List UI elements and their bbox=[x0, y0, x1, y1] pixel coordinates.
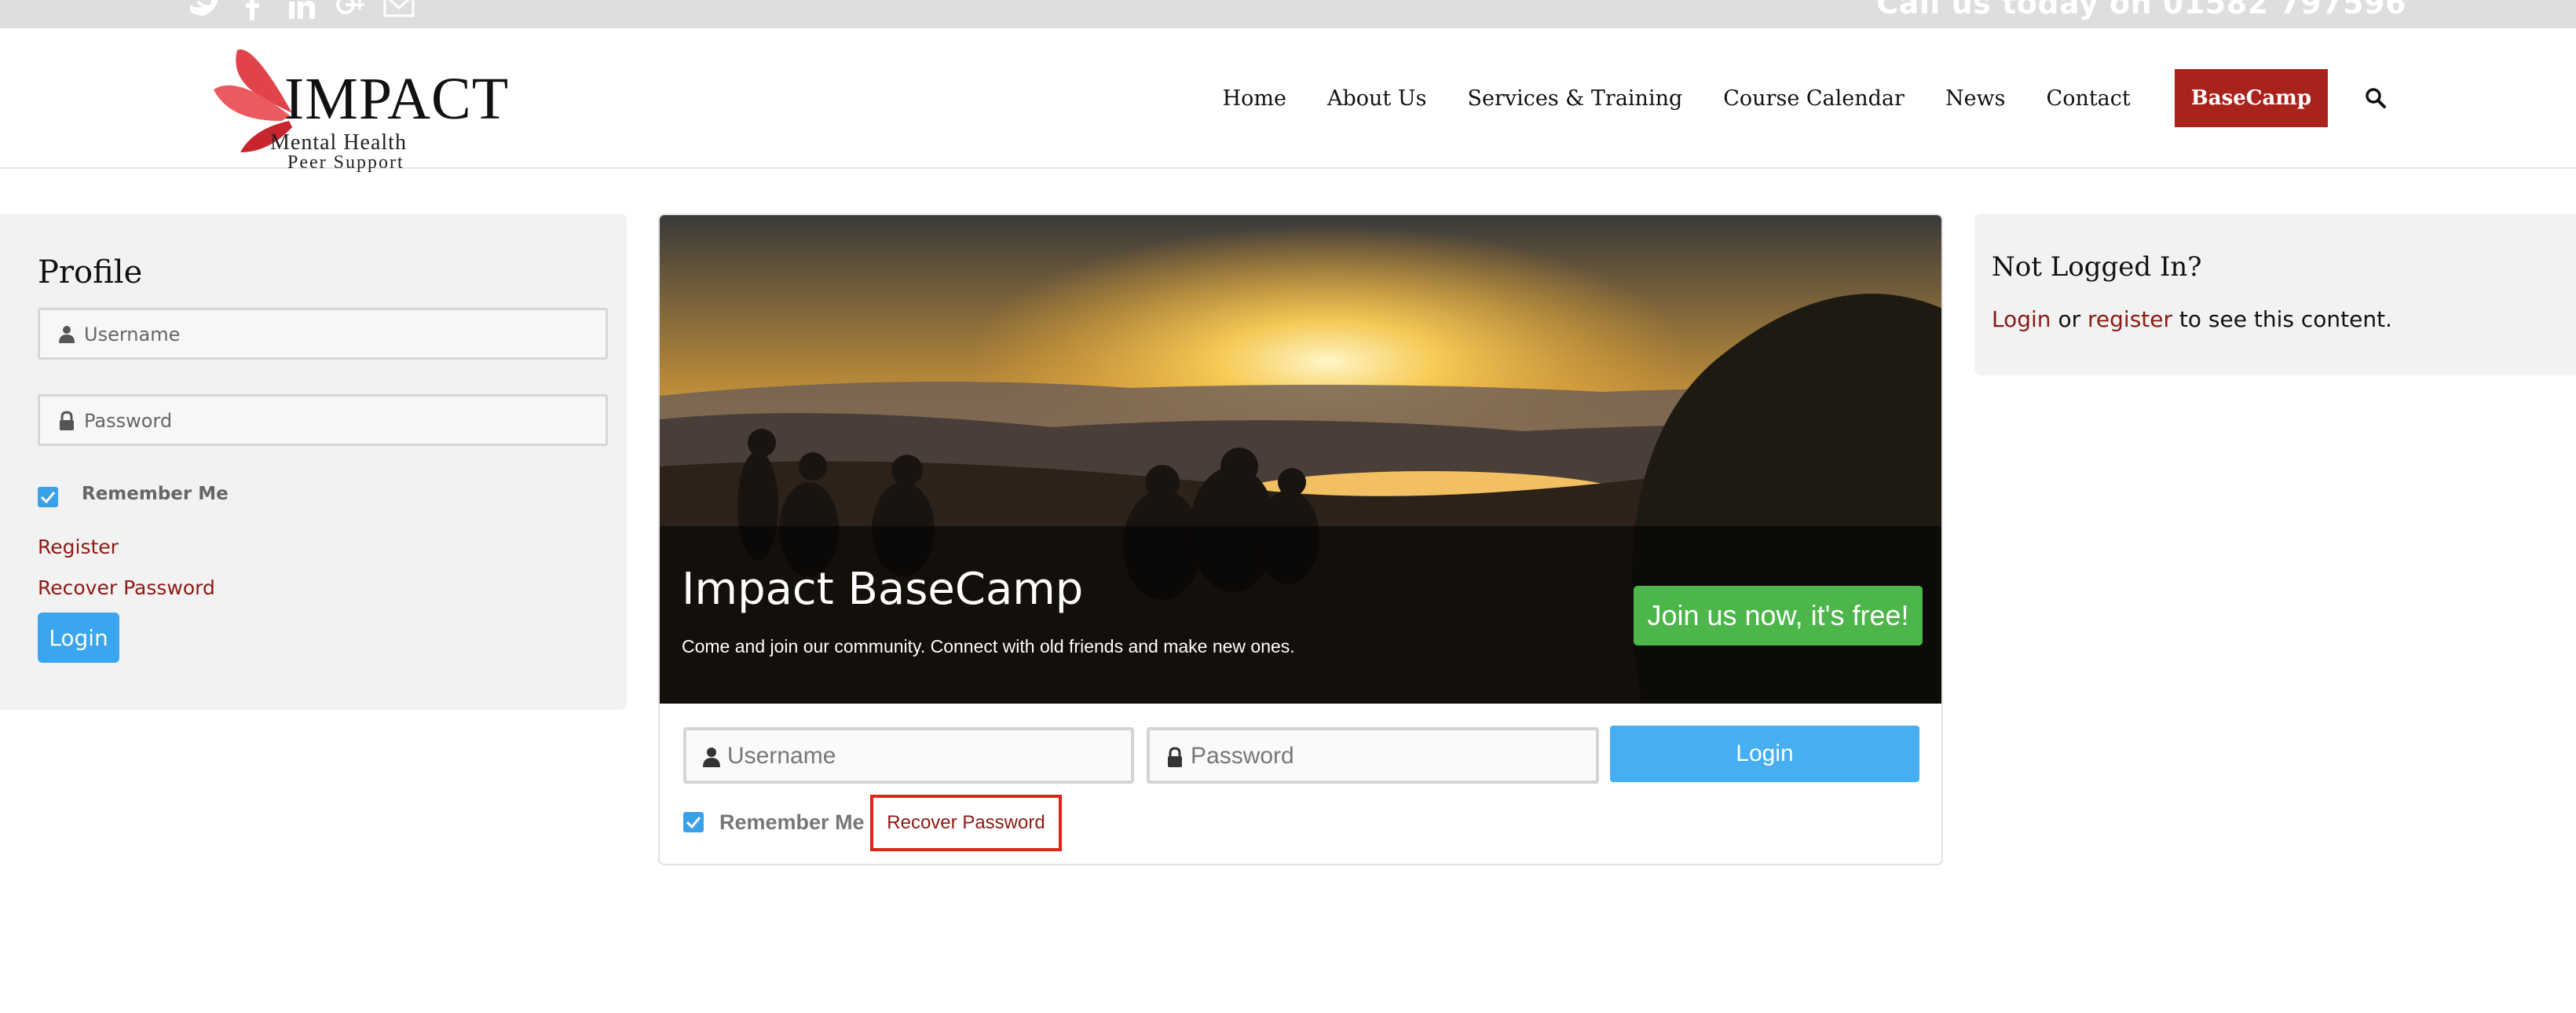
nav-about-us[interactable]: About Us bbox=[1327, 86, 1426, 111]
user-icon bbox=[59, 326, 75, 343]
site-logo[interactable]: IMPACT Mental Health Peer Support bbox=[206, 35, 508, 173]
main-username-field[interactable]: Username bbox=[683, 727, 1134, 784]
not-logged-in-panel: Not Logged In? Login or register to see … bbox=[1974, 214, 2576, 375]
linkedin-icon[interactable] bbox=[284, 0, 319, 24]
nav-basecamp-button[interactable]: BaseCamp bbox=[2174, 69, 2328, 127]
profile-sidebar: Profile Username Password Remember Me Re… bbox=[0, 214, 627, 710]
main-recover-password-link[interactable]: Recover Password bbox=[870, 795, 1062, 851]
main-navigation: Home About Us Services & Training Course… bbox=[1202, 69, 2388, 127]
basecamp-panel: Impact BaseCamp Come and join our commun… bbox=[658, 214, 1943, 865]
profile-title: Profile bbox=[38, 254, 143, 291]
sidebar-password-placeholder: Password bbox=[84, 410, 173, 432]
checkmark-icon bbox=[686, 817, 701, 829]
sidebar-recover-password-link[interactable]: Recover Password bbox=[38, 576, 215, 599]
not-logged-in-message: Login or register to see this content. bbox=[1992, 306, 2392, 332]
logo-wordmark: IMPACT bbox=[284, 66, 510, 132]
right-login-link[interactable]: Login bbox=[1992, 306, 2051, 332]
site-header: IMPACT Mental Health Peer Support Home A… bbox=[0, 28, 2576, 173]
social-links bbox=[187, 0, 416, 24]
right-register-link[interactable]: register bbox=[2088, 306, 2172, 332]
twitter-icon[interactable] bbox=[187, 0, 221, 24]
call-us-text: Call us today on 01582 797596 bbox=[1876, 0, 2406, 20]
logo-tagline-2: Peer Support bbox=[287, 152, 404, 173]
user-icon bbox=[703, 748, 720, 767]
not-logged-in-title: Not Logged In? bbox=[1992, 251, 2202, 283]
sidebar-remember-checkbox[interactable] bbox=[38, 487, 58, 507]
nav-services-training[interactable]: Services & Training bbox=[1467, 86, 1682, 111]
content-notice-text: to see this content. bbox=[2179, 306, 2392, 332]
main-login-button[interactable]: Login bbox=[1610, 726, 1919, 782]
hero-title: Impact BaseCamp bbox=[682, 564, 1084, 615]
lock-icon bbox=[1168, 747, 1182, 767]
main-username-placeholder: Username bbox=[727, 743, 836, 769]
lock-icon bbox=[60, 411, 74, 430]
sidebar-remember-label: Remember Me bbox=[82, 484, 229, 504]
or-text: or bbox=[2058, 306, 2081, 332]
main-remember-checkbox[interactable] bbox=[683, 812, 704, 832]
google-plus-icon[interactable] bbox=[333, 0, 368, 24]
mail-icon[interactable] bbox=[382, 0, 416, 24]
hero-subtitle: Come and join our community. Connect wit… bbox=[682, 636, 1295, 656]
nav-course-calendar[interactable]: Course Calendar bbox=[1723, 86, 1905, 111]
nav-home[interactable]: Home bbox=[1223, 86, 1286, 111]
main-password-field[interactable]: Password bbox=[1147, 727, 1599, 784]
top-bar: Call us today on 01582 797596 bbox=[0, 0, 2576, 28]
sidebar-login-button[interactable]: Login bbox=[38, 613, 119, 663]
main-password-placeholder: Password bbox=[1191, 743, 1294, 769]
sidebar-password-field[interactable]: Password bbox=[38, 394, 608, 446]
nav-contact[interactable]: Contact bbox=[2047, 86, 2131, 111]
main-remember-label: Remember Me bbox=[719, 810, 865, 834]
sidebar-username-field[interactable]: Username bbox=[38, 308, 608, 360]
search-icon[interactable] bbox=[2364, 86, 2388, 110]
sidebar-register-link[interactable]: Register bbox=[38, 536, 119, 558]
nav-news[interactable]: News bbox=[1945, 86, 2006, 111]
checkmark-icon bbox=[40, 492, 56, 504]
hero-banner: Impact BaseCamp Come and join our commun… bbox=[660, 215, 1941, 704]
sidebar-username-placeholder: Username bbox=[84, 324, 181, 346]
join-now-button[interactable]: Join us now, it's free! bbox=[1634, 586, 1923, 645]
facebook-icon[interactable] bbox=[236, 0, 270, 24]
